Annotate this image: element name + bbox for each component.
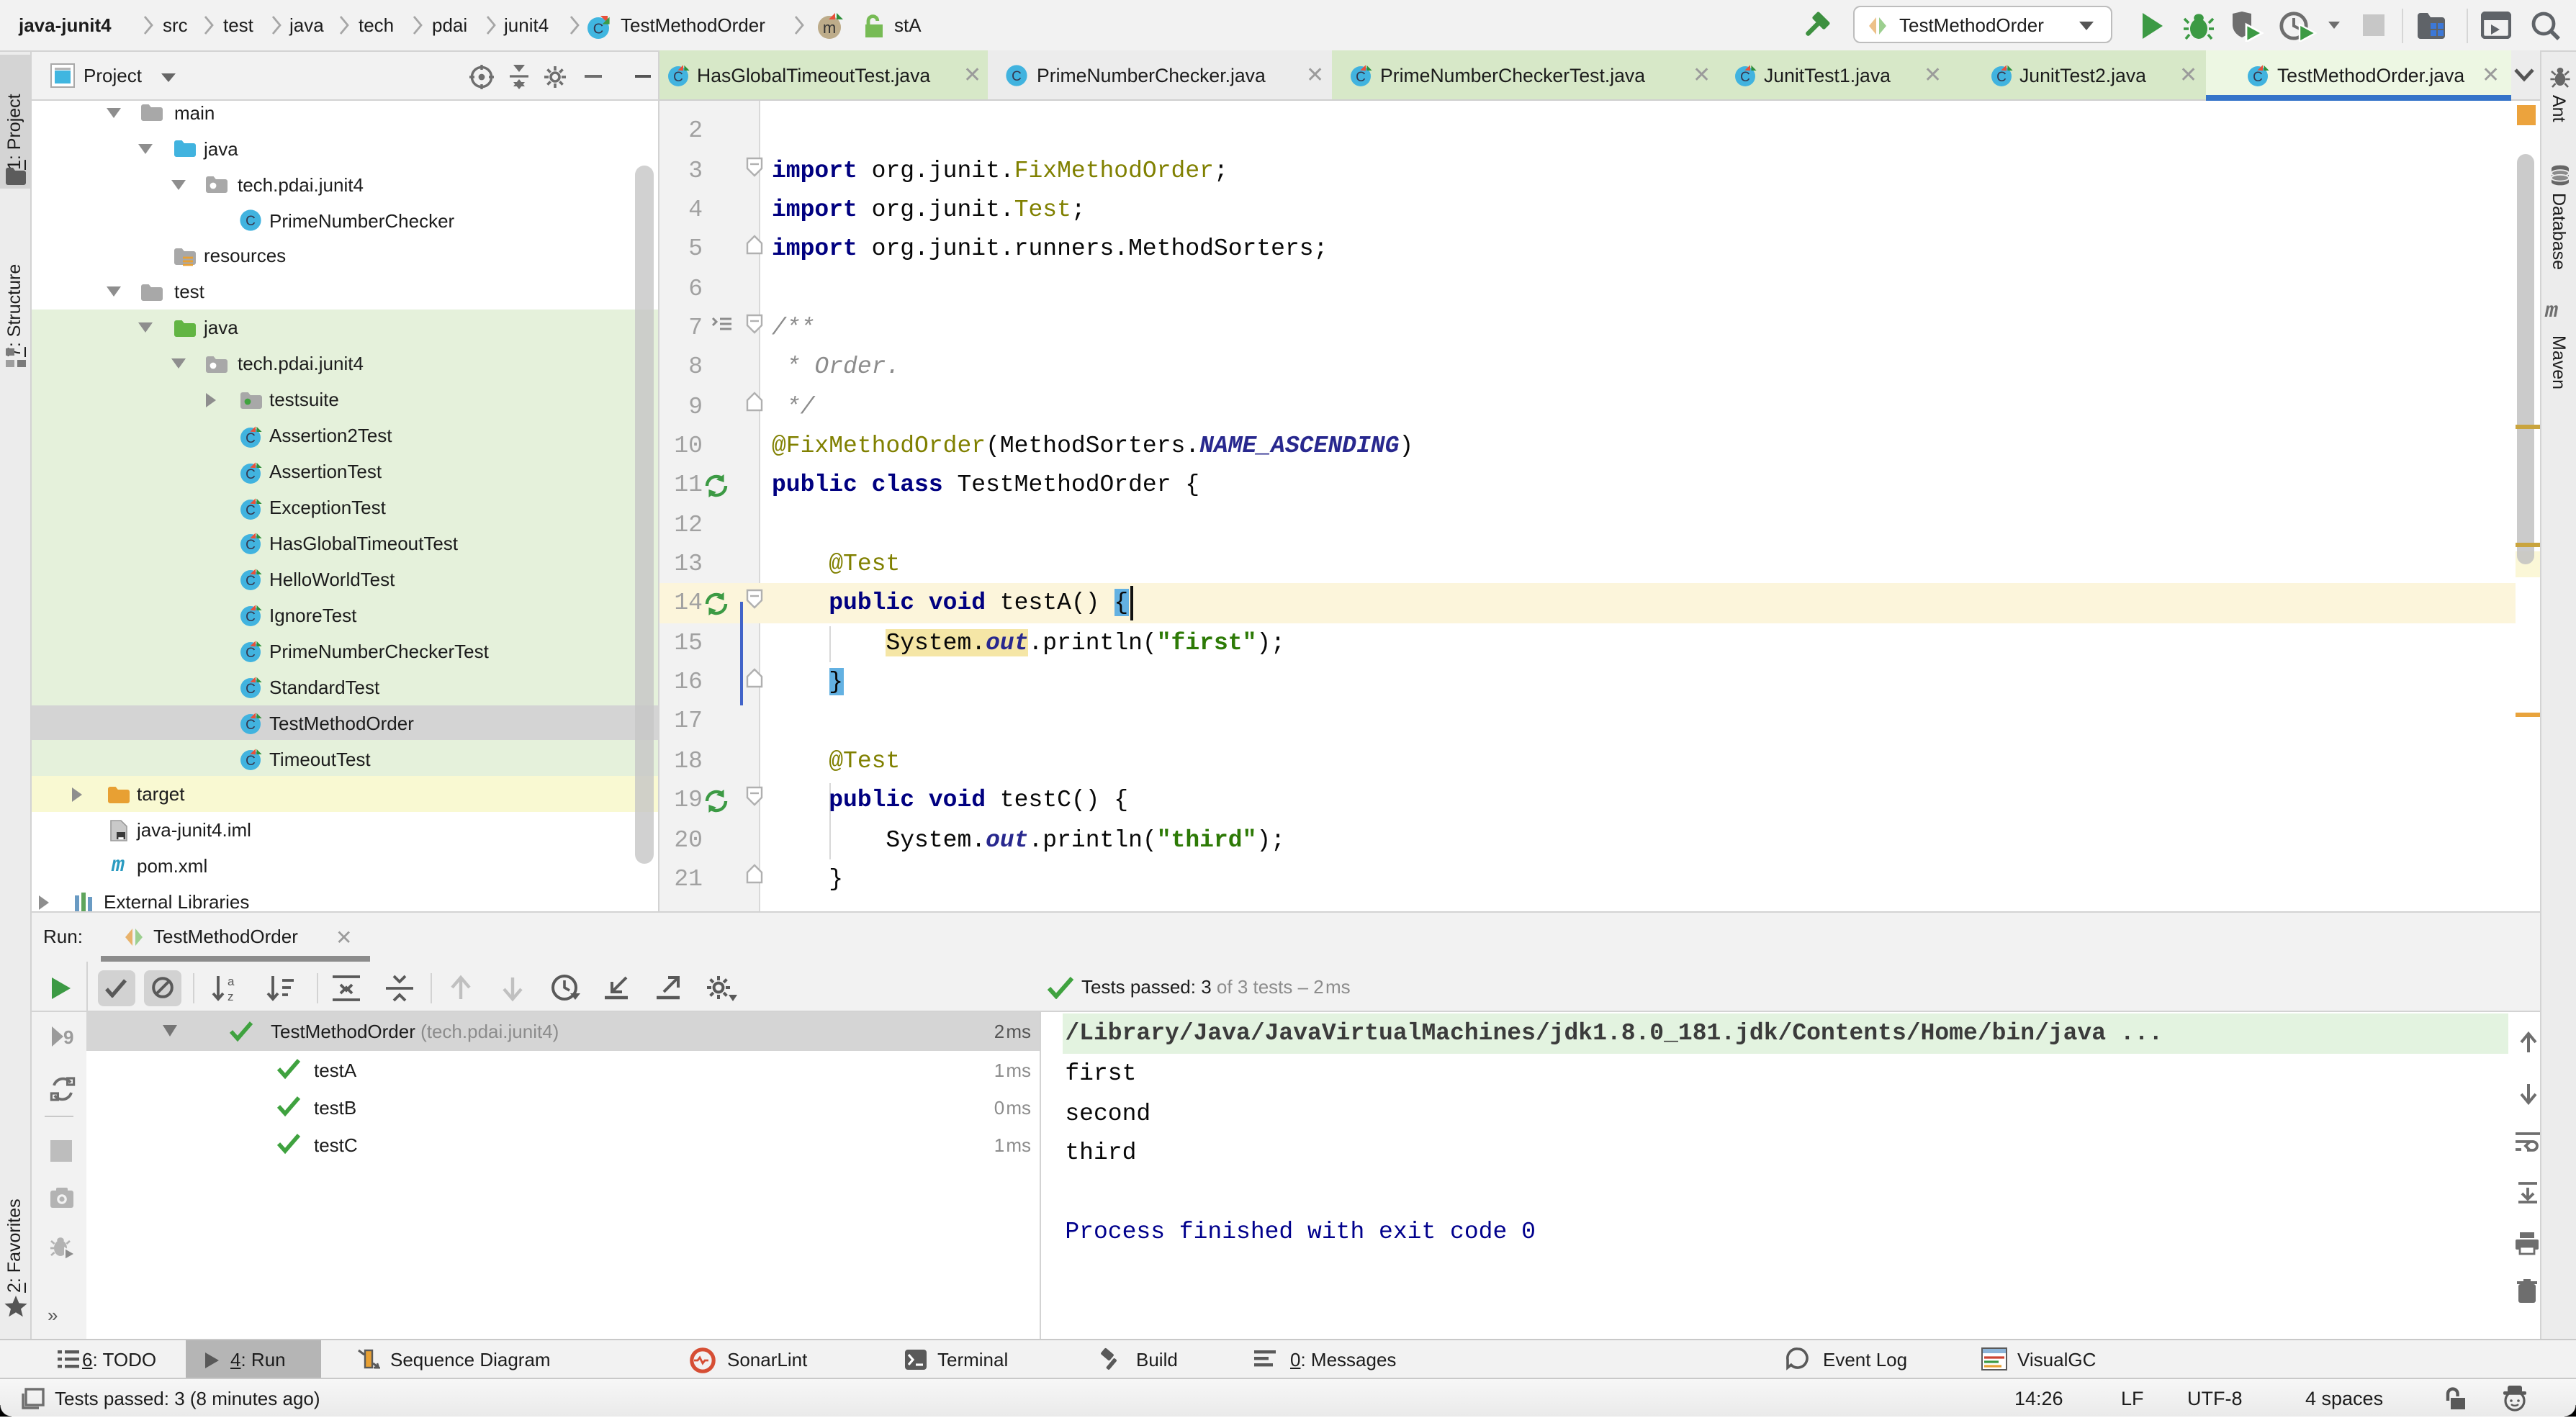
- svg-text:C: C: [245, 214, 255, 229]
- svg-text:C: C: [593, 21, 603, 37]
- svg-text:m: m: [823, 19, 836, 37]
- svg-text:a: a: [228, 974, 235, 988]
- svg-text:z: z: [228, 989, 234, 1001]
